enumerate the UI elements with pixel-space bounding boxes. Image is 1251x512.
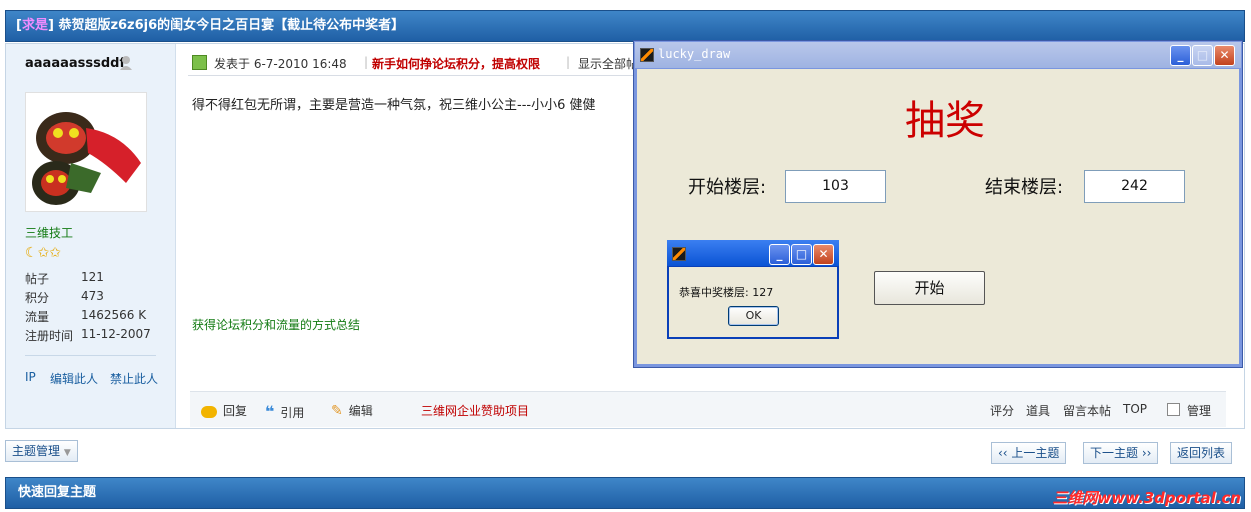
post-body: 得不得红包无所谓，主要是营造一种气氛，祝三维小公主---小小6 健健 xyxy=(192,98,596,113)
start-button[interactable]: 开始 xyxy=(874,271,985,305)
minimize-button[interactable]: _ xyxy=(1170,45,1191,66)
author-username[interactable]: aaaaaasssddf xyxy=(25,56,125,71)
stat-label-traffic: 流量 xyxy=(25,310,50,324)
user-status-icon xyxy=(120,56,132,70)
topic-manage-dropdown[interactable]: 主题管理 ▼ xyxy=(5,440,78,462)
star-icon: ✩ xyxy=(49,245,62,261)
window-title: lucky_draw xyxy=(658,47,731,61)
points-guide-link[interactable]: 获得论坛积分和流量的方式总结 xyxy=(192,316,360,333)
avatar xyxy=(25,92,147,212)
sidebar-divider xyxy=(25,355,156,356)
stat-value-points: 473 xyxy=(81,289,104,303)
stat-label-registered: 注册时间 xyxy=(25,329,74,343)
matlab-icon xyxy=(672,247,686,261)
moon-icon: ☾ xyxy=(25,245,38,261)
back-to-list-button[interactable]: 返回列表 xyxy=(1170,442,1233,464)
author-rank: 三维技工 xyxy=(25,226,74,240)
stat-value-registered: 11-12-2007 xyxy=(81,327,151,341)
start-floor-input[interactable]: 103 xyxy=(785,170,886,203)
matlab-icon xyxy=(640,48,654,62)
maximize-button[interactable]: □ xyxy=(1192,45,1213,66)
stat-value-traffic: 1462566 K xyxy=(81,308,147,322)
rank-stars: ☾✩✩ xyxy=(25,245,61,261)
stat-label-posts: 帖子 xyxy=(25,272,50,286)
meta-divider: | xyxy=(566,55,571,69)
close-button[interactable]: ✕ xyxy=(1214,45,1235,66)
next-topic-button[interactable]: 下一主题 ›› xyxy=(1083,442,1159,464)
stat-value-posts: 121 xyxy=(81,270,104,284)
manage-label: 管理 xyxy=(1187,404,1212,418)
post-timestamp: 发表于 6-7-2010 16:48 xyxy=(214,57,347,71)
meta-divider: | xyxy=(364,55,369,69)
sponsor-link[interactable]: 三维网企业赞助项目 xyxy=(421,402,529,419)
reply-icon xyxy=(201,405,217,418)
maximize-button[interactable]: □ xyxy=(791,244,812,265)
quote-icon: ❝ xyxy=(265,402,275,421)
start-floor-label: 开始楼层: xyxy=(688,177,767,198)
star-icon: ✩ xyxy=(37,245,50,261)
edit-user-link[interactable]: 编辑此人 xyxy=(50,370,98,387)
thread-title: 恭贺超版z6z6j6的闺女今日之百日宴【截止待公布中奖者】 xyxy=(58,18,405,33)
message-link[interactable]: 留言本帖 xyxy=(1063,402,1111,419)
rate-link[interactable]: 评分 xyxy=(990,402,1014,419)
reply-button[interactable]: 回复 xyxy=(201,402,247,419)
chevron-down-icon: ▼ xyxy=(63,448,71,458)
thread-tag[interactable]: 求是 xyxy=(22,18,48,33)
points-tip-link[interactable]: 新手如何挣论坛积分，提高权限 xyxy=(372,55,540,72)
stat-label-points: 积分 xyxy=(25,291,50,305)
ok-button[interactable]: OK xyxy=(728,306,779,326)
lottery-heading: 抽奖 xyxy=(905,98,985,144)
ban-user-link[interactable]: 禁止此人 xyxy=(110,370,158,387)
result-text: 恭喜中奖楼层: 127 xyxy=(679,286,774,299)
top-link[interactable]: TOP xyxy=(1123,402,1147,416)
edit-button[interactable]: ✎ 编辑 xyxy=(331,402,373,419)
site-watermark: 三维网www.3dportal.cn xyxy=(1052,489,1241,507)
quote-button[interactable]: ❝ 引用 xyxy=(265,402,304,421)
props-link[interactable]: 道具 xyxy=(1026,402,1050,419)
prev-topic-button[interactable]: ‹‹ 上一主题 xyxy=(991,442,1067,464)
end-floor-label: 结束楼层: xyxy=(985,177,1064,198)
show-all-link[interactable]: 显示全部帖 xyxy=(578,55,638,72)
end-floor-input[interactable]: 242 xyxy=(1084,170,1185,203)
close-button[interactable]: ✕ xyxy=(813,244,834,265)
minimize-button[interactable]: _ xyxy=(769,244,790,265)
pencil-icon: ✎ xyxy=(331,403,343,419)
thread-title-bar: [求是] 恭贺超版z6z6j6的闺女今日之百日宴【截止待公布中奖者】 xyxy=(5,10,1245,42)
ip-link[interactable]: IP xyxy=(25,370,36,384)
manage-checkbox[interactable] xyxy=(1167,403,1180,416)
post-icon xyxy=(192,55,207,70)
